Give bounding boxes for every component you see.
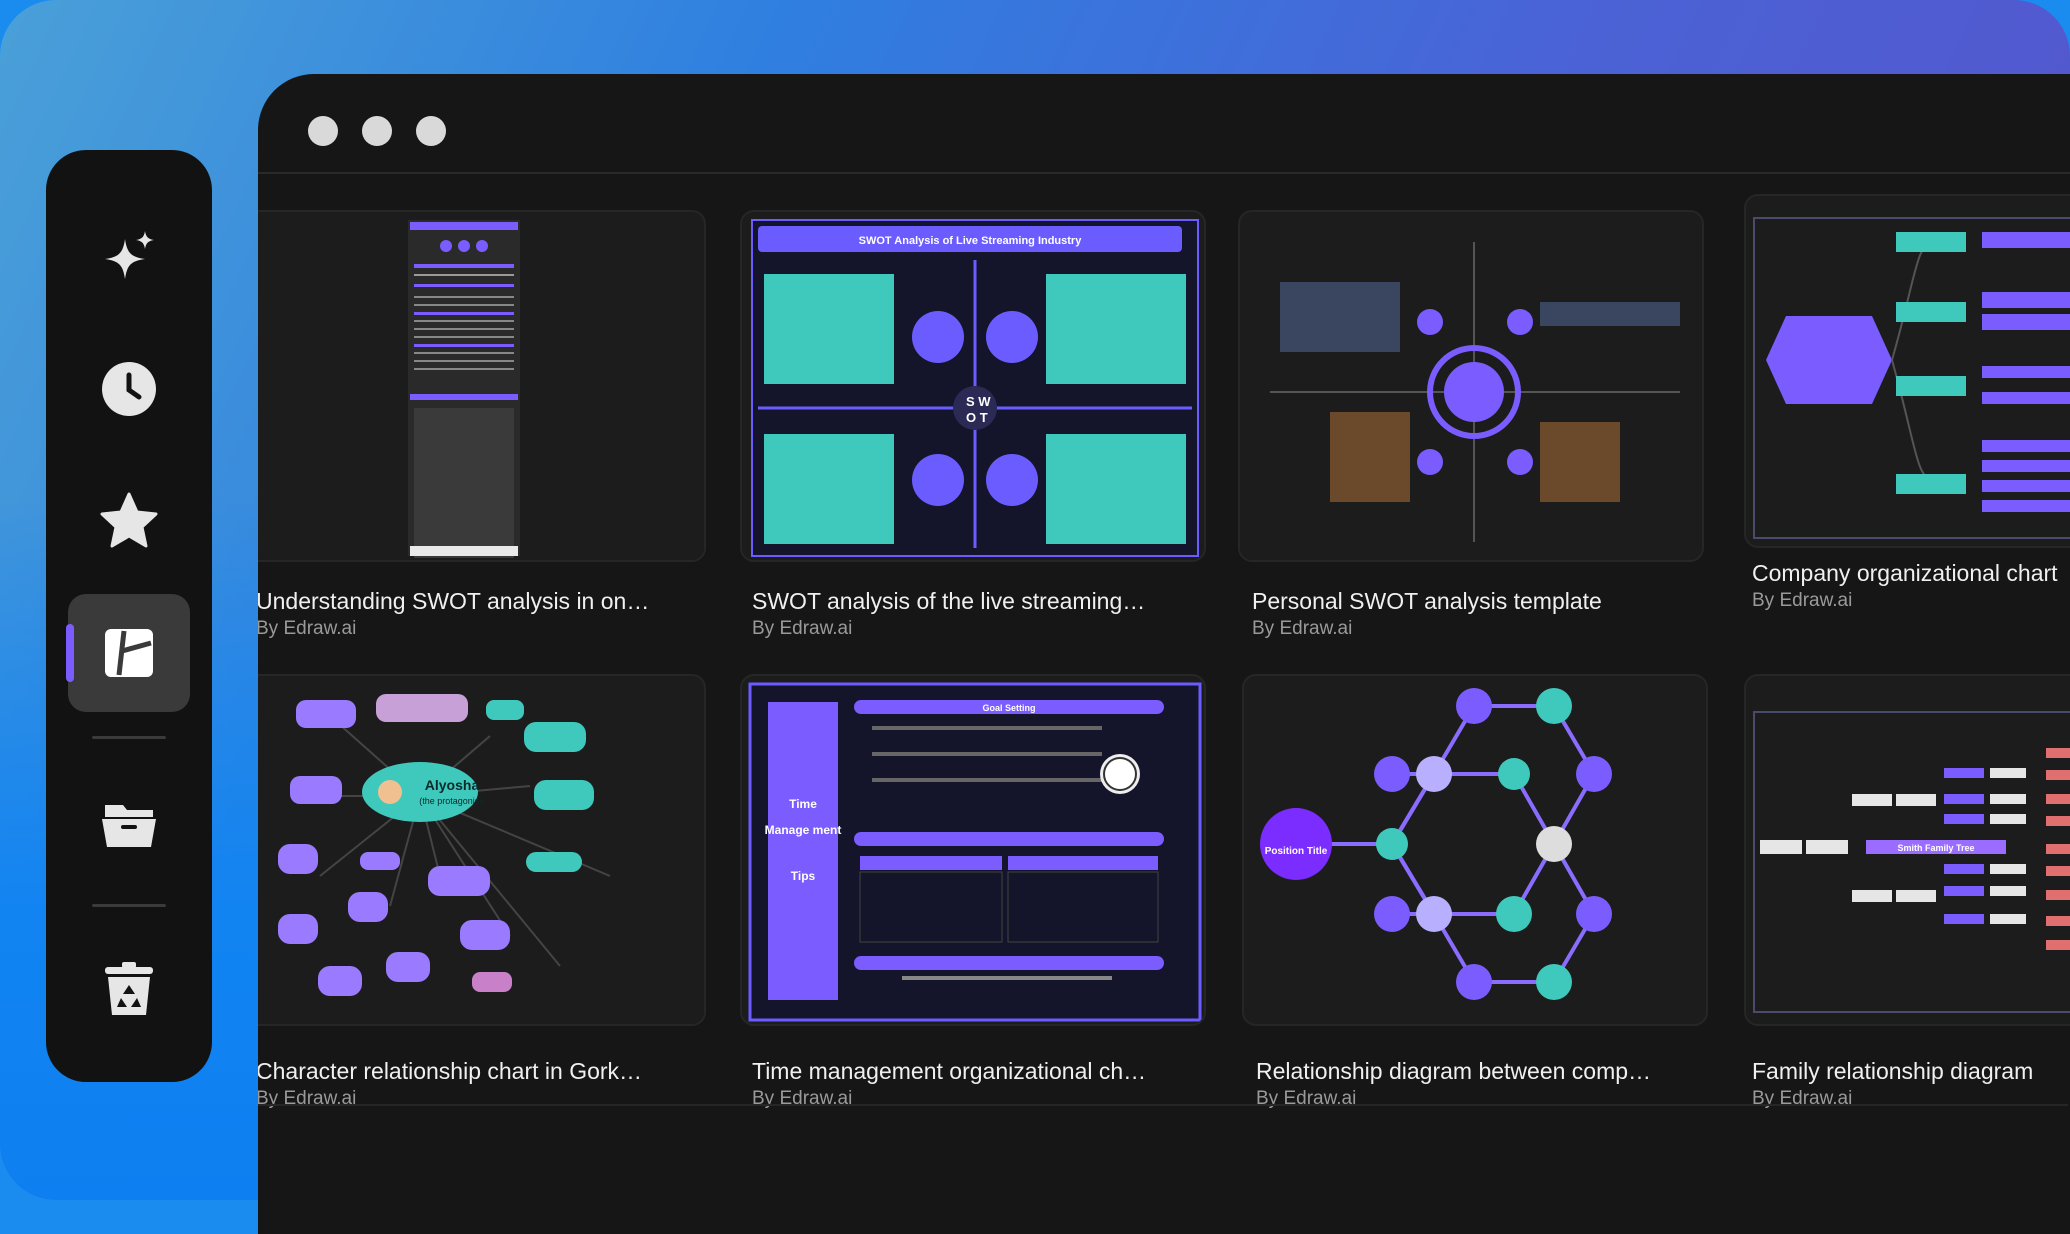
template-author: By Edraw.ai [1252,618,1353,639]
template-title[interactable]: Relationship diagram between comp… [1256,1058,1651,1085]
thumb-heading: SWOT Analysis of Live Streaming Industry [859,235,1083,247]
thumb-side-label: Tips [791,869,816,883]
sidebar-item-favorites[interactable] [68,462,190,580]
thumb-center-label: Position Title [1265,846,1328,857]
template-thumbnail[interactable] [1238,210,1704,562]
template-thumbnail[interactable]: Position Title [1242,674,1708,1026]
sparkle-icon [105,231,154,279]
template-author: By Edraw.ai [258,618,357,639]
template-title[interactable]: Understanding SWOT analysis in on… [258,588,649,615]
sidebar-item-trash[interactable] [68,930,190,1048]
template-title[interactable]: Time management organizational ch… [752,1058,1146,1085]
template-thumbnail[interactable] [1744,194,2070,548]
sidebar [46,150,212,1082]
sidebar-item-ai[interactable] [68,200,190,318]
template-thumbnail[interactable]: Time Manage ment Tips Goal Setting [740,674,1206,1026]
template-title[interactable]: Character relationship chart in Gork… [258,1058,642,1085]
template-title[interactable]: Family relationship diagram [1752,1058,2033,1085]
template-author: By Edraw.ai [258,1088,357,1109]
star-icon [100,492,158,548]
sidebar-item-files[interactable] [68,764,190,882]
sidebar-divider [92,904,166,907]
window-control-dot[interactable] [308,116,338,146]
template-title[interactable]: Personal SWOT analysis template [1252,588,1602,615]
thumb-side-label: Time [789,797,817,811]
template-author: By Edraw.ai [752,618,853,639]
template-grid: Understanding SWOT analysis in on… By Ed… [258,176,2070,1176]
sidebar-item-templates[interactable] [66,594,190,712]
template-author: By Edraw.ai [1752,590,1853,611]
templates-icon [105,629,153,677]
thumb-side-label: Manage ment [765,823,842,837]
title-bar [258,74,2070,174]
svg-text:S W: S W [966,394,991,409]
template-thumbnail[interactable] [258,210,706,562]
template-thumbnail[interactable]: Smith Family Tree [1744,674,2070,1026]
sidebar-divider [92,736,166,739]
app-window: Understanding SWOT analysis in on… By Ed… [258,74,2070,1234]
window-control-dot[interactable] [416,116,446,146]
template-author: By Edraw.ai [752,1088,853,1109]
template-author: By Edraw.ai [1752,1088,1853,1109]
template-thumbnail[interactable]: SWOT Analysis of Live Streaming Industry… [740,210,1206,562]
sidebar-item-recent[interactable] [68,330,190,448]
divider [258,1104,2068,1106]
window-control-dot[interactable] [362,116,392,146]
template-title[interactable]: SWOT analysis of the live streaming… [752,588,1145,615]
template-title[interactable]: Company organizational chart [1752,560,2058,587]
thumb-center-label: Alyosha [425,777,480,793]
thumb-heading: Smith Family Tree [1897,843,1974,853]
clock-icon [102,362,156,416]
thumb-center-sublabel: (the protagonist) [419,796,485,806]
recycle-bin-icon [105,962,153,1015]
folder-icon [102,805,156,847]
thumb-heading: Goal Setting [982,703,1035,713]
svg-text:O T: O T [966,410,988,425]
template-thumbnail[interactable]: Alyosha (the protagonist) [258,674,706,1026]
template-author: By Edraw.ai [1256,1088,1357,1109]
